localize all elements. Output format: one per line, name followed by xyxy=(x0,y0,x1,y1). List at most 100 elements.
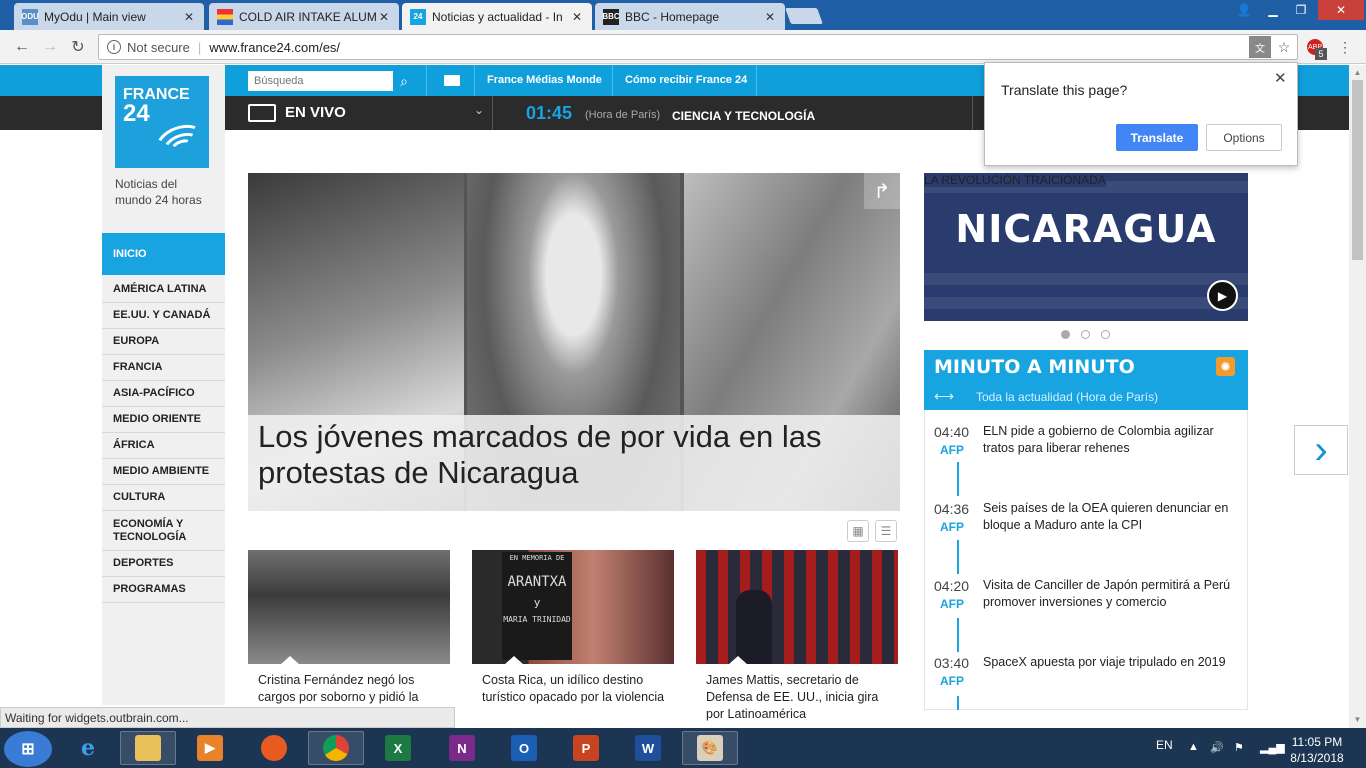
store-favicon-icon xyxy=(217,8,233,25)
tab-cold-air-intake[interactable]: COLD AIR INTAKE ALUMI ✕ xyxy=(209,3,399,30)
link-como-recibir[interactable]: Cómo recibir France 24 xyxy=(625,74,747,86)
close-tab-icon[interactable]: ✕ xyxy=(377,10,391,24)
grid-view-icon[interactable]: ▦ xyxy=(847,520,869,542)
minuto-title[interactable]: MINUTO A MINUTO xyxy=(934,356,1135,378)
translate-button[interactable]: Translate xyxy=(1116,124,1198,151)
chrome-icon[interactable] xyxy=(308,731,364,765)
chrome-menu-icon[interactable]: ⋮ xyxy=(1334,36,1356,58)
rss-icon[interactable]: ◉ xyxy=(1216,357,1235,376)
close-tab-icon[interactable]: ✕ xyxy=(763,10,777,24)
nav-item-europa[interactable]: EUROPA xyxy=(102,329,225,355)
france24-logo[interactable]: FRANCE 24 xyxy=(115,76,212,170)
close-tab-icon[interactable]: ✕ xyxy=(182,10,196,24)
news-item[interactable]: SpaceX apuesta por viaje tripulado en 20… xyxy=(983,654,1233,671)
tab-myodu[interactable]: ODU MyOdu | Main view ✕ xyxy=(14,3,204,30)
live-label[interactable]: EN VIVO xyxy=(285,104,346,121)
nav-item-francia[interactable]: FRANCIA xyxy=(102,355,225,381)
address-bar[interactable]: i Not secure | www.france24.com/es/ xyxy=(98,34,1298,60)
story-title[interactable]: Cristina Fernández negó los cargos por s… xyxy=(258,672,444,706)
carousel-dot[interactable] xyxy=(1061,330,1070,339)
tab-france24[interactable]: 24 Noticias y actualidad - In ✕ xyxy=(402,3,592,30)
start-button-icon[interactable]: ⊞ xyxy=(4,731,52,767)
nicaragua-promo-banner[interactable]: NICARAGUA xyxy=(924,173,1248,321)
nav-item-africa[interactable]: ÁFRICA xyxy=(102,433,225,459)
tv-icon[interactable] xyxy=(248,104,276,122)
news-source: AFP xyxy=(940,674,964,688)
close-window-icon[interactable]: ✕ xyxy=(1318,0,1364,20)
nav-item-asia-pacifico[interactable]: ASIA-PACÍFICO xyxy=(102,381,225,407)
mail-icon[interactable] xyxy=(444,75,460,86)
bookmark-star-icon[interactable]: ☆ xyxy=(1273,36,1295,58)
hero-story[interactable]: Los jóvenes marcados de por vida en las … xyxy=(248,173,900,511)
firefox-icon[interactable] xyxy=(246,731,302,765)
forward-arrow-icon[interactable]: → xyxy=(40,37,60,57)
nav-item-medio-ambiente[interactable]: MEDIO AMBIENTE xyxy=(102,459,225,485)
nav-item-economia-tecnologia[interactable]: ECONOMÍA Y TECNOLOGÍA xyxy=(102,511,225,551)
close-icon[interactable]: ✕ xyxy=(1274,69,1287,87)
play-icon[interactable]: ▶ xyxy=(1207,280,1238,311)
story-card[interactable]: Cristina Fernández negó los cargos por s… xyxy=(248,550,450,710)
news-item[interactable]: ELN pide a gobierno de Colombia agilizar… xyxy=(983,423,1233,457)
close-tab-icon[interactable]: ✕ xyxy=(570,10,584,24)
story-card[interactable]: James Mattis, secretario de Defensa de E… xyxy=(696,550,898,721)
onenote-icon[interactable]: N xyxy=(434,731,490,765)
nav-item-medio-oriente[interactable]: MEDIO ORIENTE xyxy=(102,407,225,433)
live-program[interactable]: CIENCIA Y TECNOLOGÍA xyxy=(672,109,815,123)
volume-icon[interactable]: 🔊 xyxy=(1210,741,1224,754)
nav-item-programas[interactable]: PROGRAMAS xyxy=(102,577,225,603)
scroll-down-icon[interactable]: ▼ xyxy=(1349,711,1366,728)
story-card[interactable]: EN MEMORIA DE ARANTXA y MARIA TRINIDAD C… xyxy=(472,550,674,710)
nav-item-america-latina[interactable]: AMÉRICA LATINA xyxy=(102,277,225,303)
excel-icon[interactable]: X xyxy=(370,731,426,765)
card-notch xyxy=(280,656,300,665)
odu-favicon-icon: ODU xyxy=(21,8,39,25)
media-player-icon[interactable]: ▶ xyxy=(182,731,238,765)
translate-page-icon[interactable]: 文 xyxy=(1249,36,1271,58)
live-time: 01:45 xyxy=(526,103,573,123)
scroll-up-icon[interactable]: ▲ xyxy=(1349,65,1366,80)
next-arrow-icon[interactable]: › xyxy=(1294,425,1348,475)
reload-icon[interactable]: ↻ xyxy=(68,37,88,57)
live-time-note: (Hora de París) xyxy=(585,109,661,121)
show-hidden-icons-icon[interactable]: ▲ xyxy=(1188,741,1199,753)
scroll-thumb[interactable] xyxy=(1352,80,1363,260)
story-title[interactable]: Costa Rica, un idílico destino turístico… xyxy=(482,672,668,706)
user-profile-icon[interactable]: 👤 xyxy=(1232,0,1256,20)
internet-explorer-icon[interactable]: e xyxy=(60,731,116,765)
taskbar-clock[interactable]: 11:05 PM 8/13/2018 xyxy=(1288,734,1346,766)
minuto-subtitle[interactable]: Toda la actualidad (Hora de París) xyxy=(976,390,1158,404)
info-icon[interactable]: i xyxy=(107,40,121,54)
action-center-icon[interactable]: ⚑ xyxy=(1234,741,1244,754)
network-icon[interactable]: ▂▄▆ xyxy=(1260,741,1285,754)
new-tab-button[interactable] xyxy=(785,8,823,24)
paint-icon[interactable]: 🎨 xyxy=(682,731,738,765)
chevron-down-icon[interactable]: ⌄ xyxy=(474,103,484,117)
list-view-icon[interactable]: ☰ xyxy=(875,520,897,542)
divider xyxy=(474,65,475,96)
nav-item-eeuu-canada[interactable]: EE.UU. Y CANADÁ xyxy=(102,303,225,329)
carousel-dot[interactable] xyxy=(1101,330,1110,339)
story-title[interactable]: James Mattis, secretario de Defensa de E… xyxy=(706,672,892,723)
outlook-icon[interactable]: O xyxy=(496,731,552,765)
share-icon[interactable]: ↱ xyxy=(864,173,900,209)
minimize-window-icon[interactable]: ▁ xyxy=(1260,0,1286,20)
news-item[interactable]: Visita de Canciller de Japón permitirá a… xyxy=(983,577,1233,611)
back-arrow-icon[interactable]: ← xyxy=(12,37,32,57)
nav-item-inicio[interactable]: INICIO xyxy=(102,233,225,275)
nav-item-deportes[interactable]: DEPORTES xyxy=(102,551,225,577)
link-france-medias-monde[interactable]: France Médias Monde xyxy=(487,74,602,86)
status-bar: Waiting for widgets.outbrain.com... xyxy=(0,707,455,728)
news-item[interactable]: Seis países de la OEA quieren denunciar … xyxy=(983,500,1233,534)
language-indicator[interactable]: EN xyxy=(1156,738,1173,752)
hero-headline[interactable]: Los jóvenes marcados de por vida en las … xyxy=(258,419,898,491)
tab-bbc[interactable]: BBC BBC - Homepage ✕ xyxy=(595,3,785,30)
options-button[interactable]: Options xyxy=(1206,124,1282,151)
site-search-input[interactable] xyxy=(248,71,393,91)
file-explorer-icon[interactable] xyxy=(120,731,176,765)
restore-window-icon[interactable]: ❐ xyxy=(1288,0,1314,20)
search-icon[interactable]: ⌕ xyxy=(394,71,414,91)
nav-item-cultura[interactable]: CULTURA xyxy=(102,485,225,511)
powerpoint-icon[interactable]: P xyxy=(558,731,614,765)
carousel-dot[interactable] xyxy=(1081,330,1090,339)
word-icon[interactable]: W xyxy=(620,731,676,765)
